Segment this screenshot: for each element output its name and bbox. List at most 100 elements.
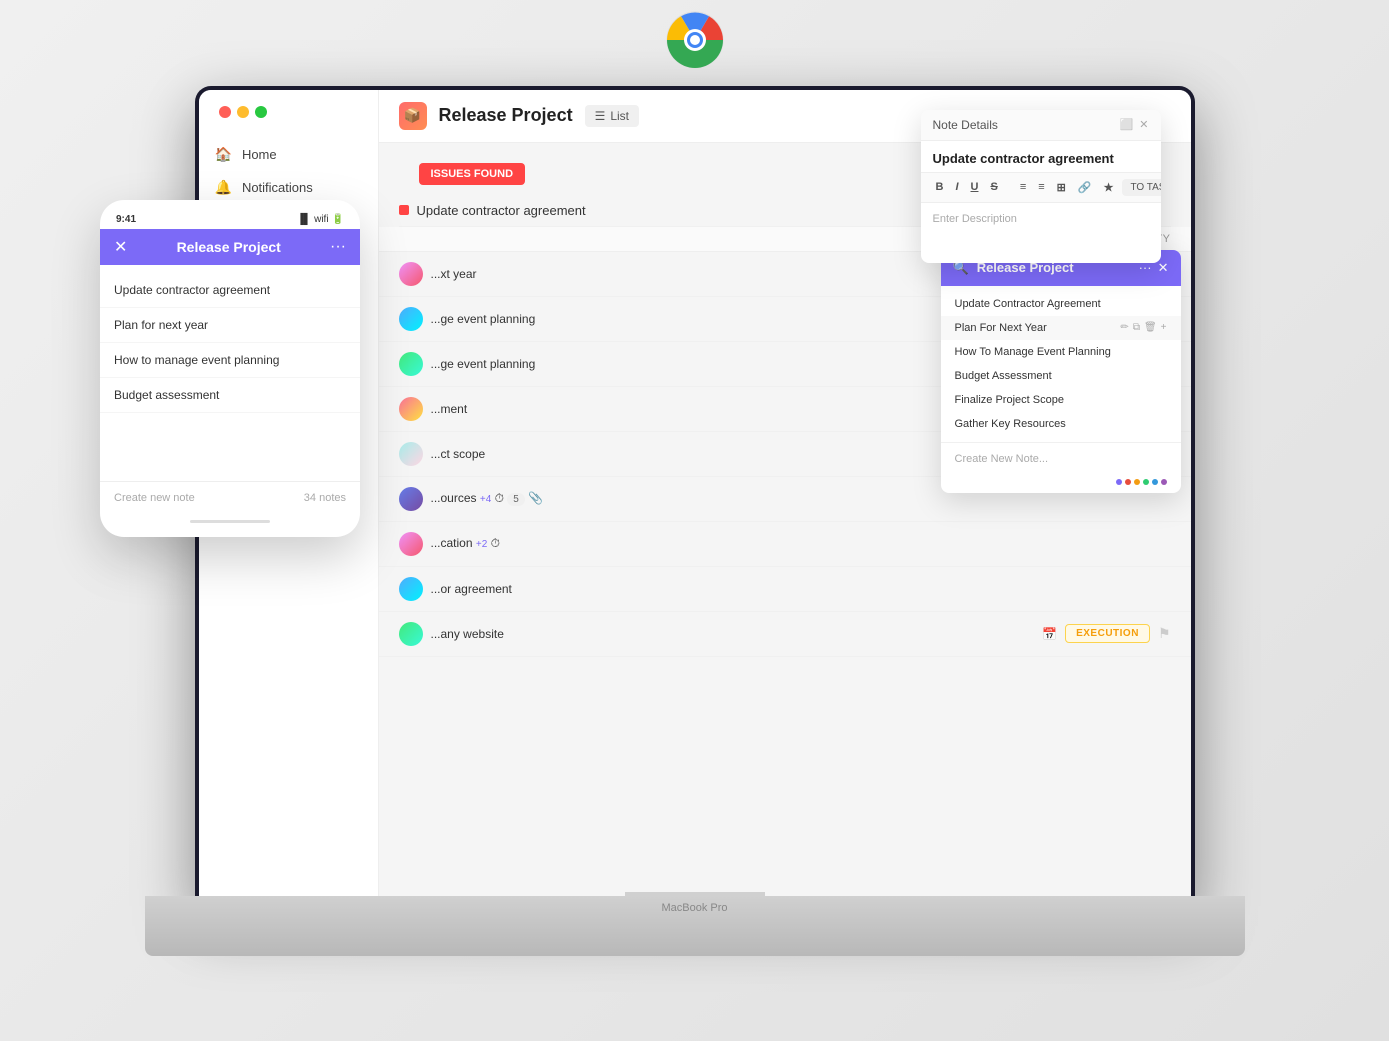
scroll-indicator [190, 520, 270, 523]
phone-note-text: How to manage event planning [114, 353, 279, 367]
chrome-icon [665, 10, 725, 70]
project-title: Release Project [439, 105, 573, 126]
avatar [399, 442, 423, 466]
delete-icon[interactable]: 🗑 [1144, 322, 1157, 333]
table-row[interactable]: ...any website 📅 EXECUTION ⚑ [379, 612, 1191, 657]
phone-note-item[interactable]: Update contractor agreement [100, 273, 360, 308]
star-button[interactable]: ★ [1101, 179, 1117, 196]
mobile-phone: 9:41 ▐▌ wifi 🔋 ✕ Release Project ··· Upd… [100, 200, 360, 537]
wifi-icon: wifi [314, 214, 328, 225]
note-details-popup: Note Details ⬜ ✕ Update contractor agree… [921, 110, 1161, 263]
close-panel-icon[interactable]: ✕ [1158, 260, 1169, 276]
rp-note-item[interactable]: Plan For Next Year ✏ ⧉ 🗑 + [941, 316, 1181, 340]
phone-note-text: Update contractor agreement [114, 283, 270, 297]
phone-header: ✕ Release Project ··· [100, 229, 360, 265]
table-row[interactable]: ...or agreement [379, 567, 1191, 612]
avatar [399, 487, 423, 511]
popup-close-icon[interactable]: ✕ [1139, 118, 1148, 131]
phone-footer: Create new note 34 notes [100, 481, 360, 514]
phone-notes-list: Update contractor agreement Plan for nex… [100, 265, 360, 421]
phone-note-item[interactable]: How to manage event planning [100, 343, 360, 378]
create-note-label[interactable]: Create new note [114, 492, 195, 504]
traffic-light-red[interactable] [219, 106, 231, 118]
home-icon: 🏠 [215, 146, 232, 163]
right-panel-notes-list: Update Contractor Agreement Plan For Nex… [941, 286, 1181, 442]
rp-note-item[interactable]: Update Contractor Agreement [941, 292, 1181, 316]
rp-note-actions: ✏ ⧉ 🗑 + [1120, 322, 1166, 333]
link-button[interactable]: 🔗 [1075, 179, 1095, 196]
to-task-button[interactable]: TO TASK → [1122, 179, 1160, 196]
note-description[interactable]: Enter Description [921, 203, 1161, 263]
rp-note-text: Budget Assessment [955, 370, 1052, 382]
strikethrough-button[interactable]: S [987, 179, 1000, 195]
phone-note-text: Budget assessment [114, 388, 219, 402]
avatar [399, 262, 423, 286]
phone-project-title: Release Project [177, 239, 281, 255]
project-icon: 📦 [399, 102, 427, 130]
right-panel-notes: 🔍 Release Project ··· ✕ Update Contracto… [941, 250, 1181, 493]
phone-more-button[interactable]: ··· [330, 238, 346, 256]
copy-icon[interactable]: ⧉ [1133, 322, 1140, 333]
rp-note-item[interactable]: Budget Assessment [941, 364, 1181, 388]
traffic-lights [207, 98, 279, 126]
dot-orange [1134, 479, 1140, 485]
avatar [399, 397, 423, 421]
avatar [399, 622, 423, 646]
table-button[interactable]: ⊞ [1054, 179, 1069, 196]
list-icon: ☰ [595, 109, 606, 123]
note-count-badge: 34 notes [304, 492, 346, 504]
phone-indicators: ▐▌ wifi 🔋 [297, 214, 344, 225]
dot-blue [1152, 479, 1158, 485]
tab-list-button[interactable]: ☰ List [585, 105, 639, 127]
phone-close-button[interactable]: ✕ [114, 237, 127, 257]
underline-button[interactable]: U [968, 179, 982, 195]
row-text: ...cation +2 ⏱ [431, 536, 1171, 551]
task-dot-icon [399, 205, 409, 215]
popup-header: Note Details ⬜ ✕ [921, 110, 1161, 141]
row-text: ...ources +4 ⏱ 5 📎 [431, 491, 1171, 506]
battery-icon: 🔋 [332, 214, 344, 225]
avatar [399, 577, 423, 601]
dot-green [1143, 479, 1149, 485]
rp-note-item[interactable]: How To Manage Event Planning [941, 340, 1181, 364]
row-text: ...or agreement [431, 582, 1171, 596]
popup-title: Note Details [933, 118, 998, 132]
sidebar-notifications-label: Notifications [242, 180, 313, 195]
italic-button[interactable]: I [952, 179, 961, 195]
edit-icon[interactable]: ✏ [1120, 322, 1128, 333]
issues-task-label: Update contractor agreement [417, 203, 586, 218]
rp-note-item[interactable]: Finalize Project Scope [941, 388, 1181, 412]
add-icon[interactable]: + [1161, 322, 1167, 333]
rp-note-text: Plan For Next Year [955, 322, 1047, 334]
traffic-light-green[interactable] [255, 106, 267, 118]
phone-time: 9:41 [116, 214, 136, 225]
rp-note-text: Gather Key Resources [955, 418, 1066, 430]
phone-status-bar: 9:41 ▐▌ wifi 🔋 [100, 210, 360, 229]
row-text: ...any website [431, 627, 1035, 641]
tab-list-label: List [610, 109, 629, 123]
create-note-input[interactable]: Create New Note... [941, 442, 1181, 475]
bullet-list-button[interactable]: ≡ [1017, 179, 1029, 195]
dot-red [1125, 479, 1131, 485]
dot-violet [1161, 479, 1167, 485]
traffic-light-yellow[interactable] [237, 106, 249, 118]
popup-minimize-icon[interactable]: ⬜ [1120, 118, 1134, 131]
rp-note-item[interactable]: Gather Key Resources [941, 412, 1181, 436]
popup-toolbar: B I U S ≡ ≡ ⊞ 🔗 ★ TO TASK → [921, 172, 1161, 203]
rp-note-text: Update Contractor Agreement [955, 298, 1101, 310]
phone-note-item[interactable]: Plan for next year [100, 308, 360, 343]
flag-icon: ⚑ [1158, 625, 1171, 642]
note-title: Update contractor agreement [921, 141, 1161, 172]
sidebar-item-home[interactable]: 🏠 Home [199, 138, 378, 171]
dot-purple [1116, 479, 1122, 485]
ordered-list-button[interactable]: ≡ [1035, 179, 1047, 195]
bold-button[interactable]: B [933, 179, 947, 195]
macbook-base: MacBook Pro [145, 896, 1245, 956]
table-row[interactable]: ...cation +2 ⏱ [379, 522, 1191, 567]
phone-note-text: Plan for next year [114, 318, 208, 332]
notifications-icon: 🔔 [215, 179, 232, 196]
signal-icon: ▐▌ [297, 214, 311, 225]
stage-badge: EXECUTION [1065, 624, 1150, 643]
sidebar-item-notifications[interactable]: 🔔 Notifications [199, 171, 378, 204]
phone-note-item[interactable]: Budget assessment [100, 378, 360, 413]
